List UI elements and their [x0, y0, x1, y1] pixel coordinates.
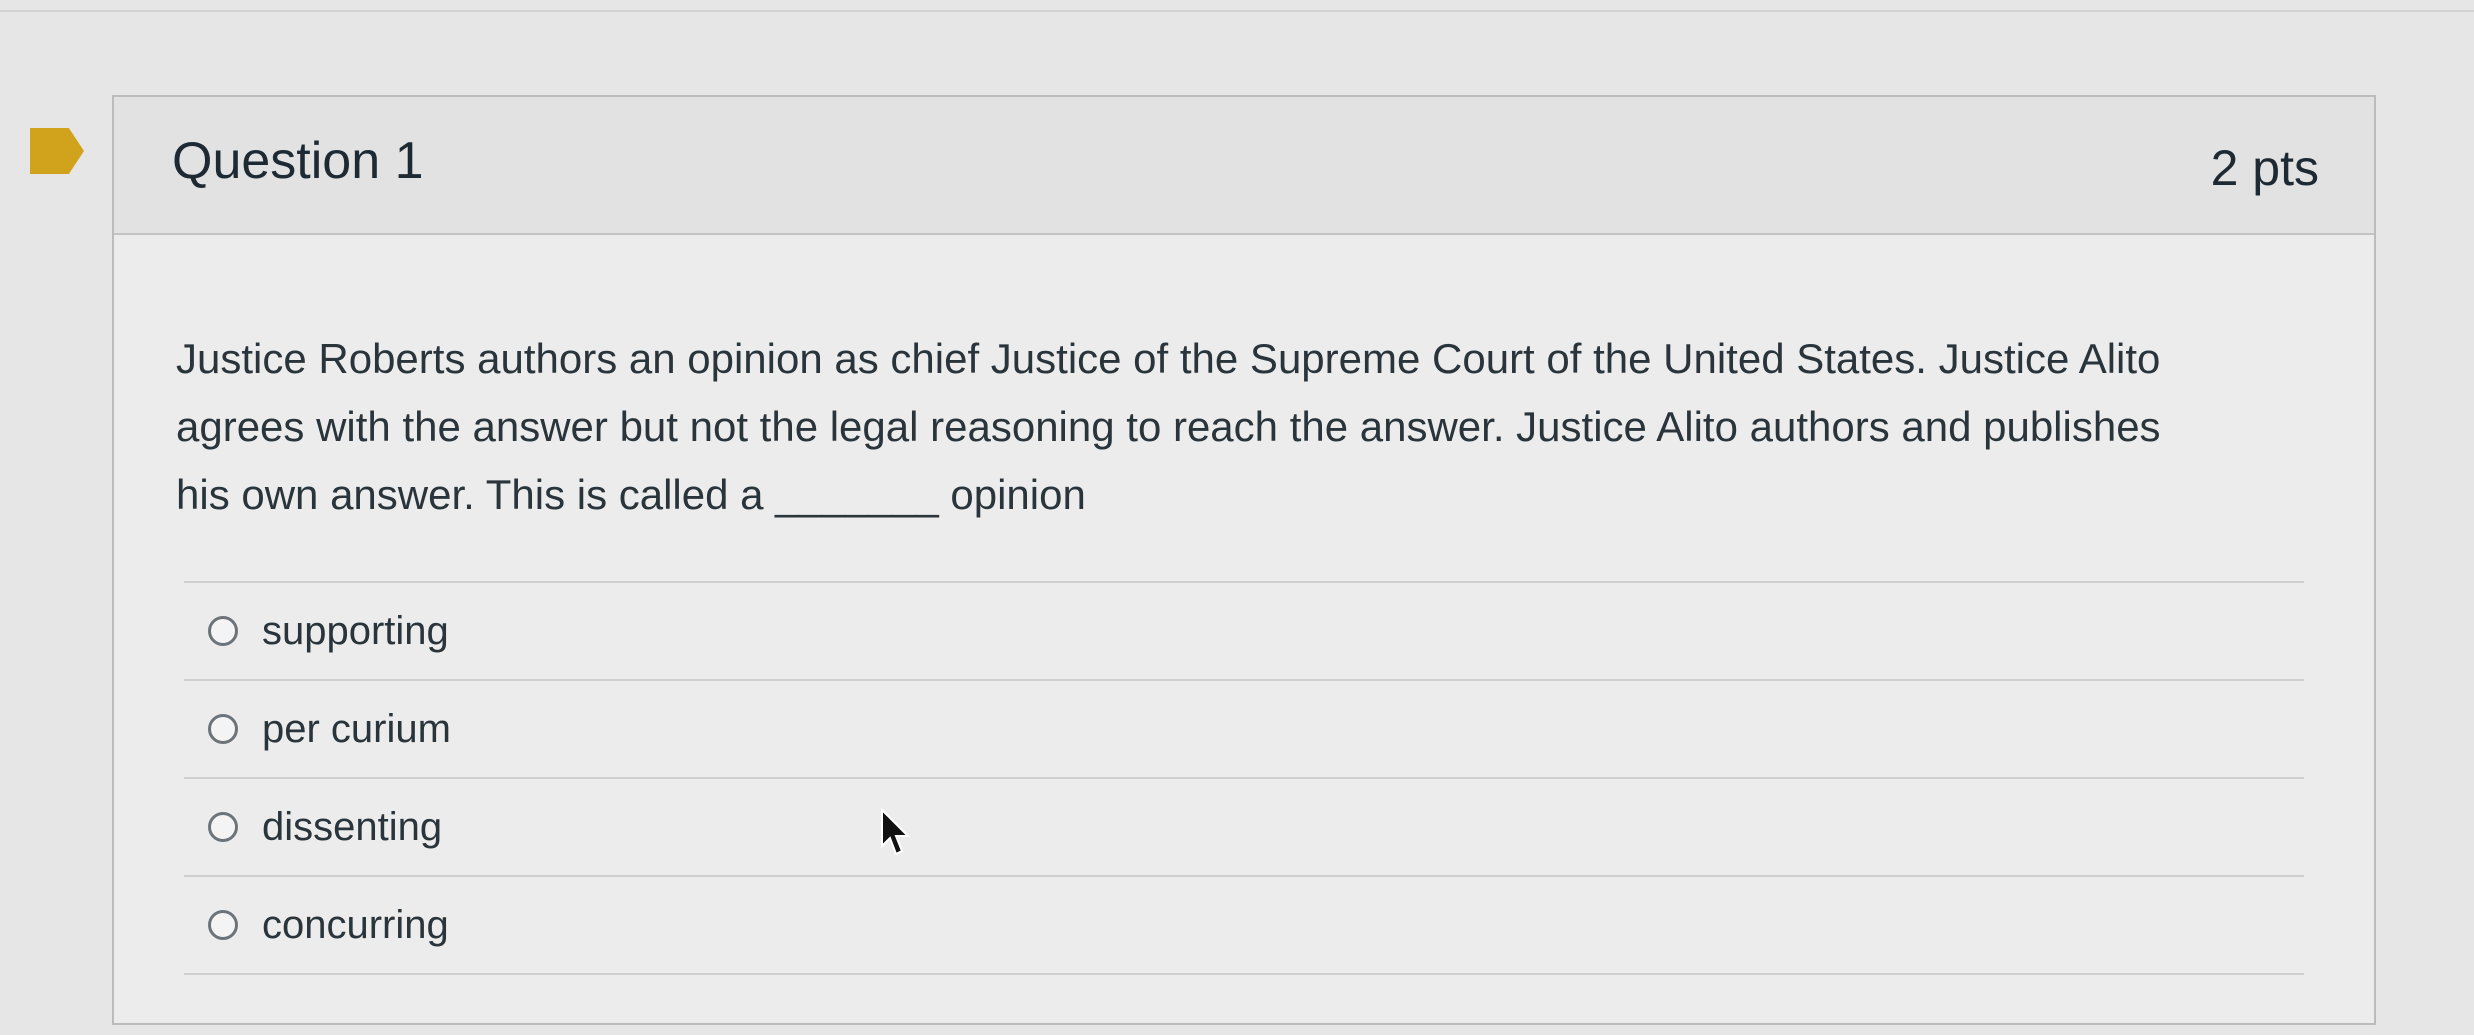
answer-option-per-curium[interactable]: per curium [184, 681, 2304, 779]
question-card: Question 1 2 pts Justice Roberts authors… [112, 95, 2376, 1025]
question-header: Question 1 2 pts [114, 97, 2374, 235]
question-text-line: his own answer. This is called a _______… [176, 471, 1086, 518]
answer-label: supporting [262, 608, 449, 653]
answer-list: supporting per curium dissenting concurr… [184, 581, 2304, 975]
answer-label: per curium [262, 706, 451, 751]
radio-unchecked-icon[interactable] [208, 714, 238, 744]
mouse-pointer-icon [881, 808, 910, 856]
radio-unchecked-icon[interactable] [208, 910, 238, 940]
radio-unchecked-icon[interactable] [208, 616, 238, 646]
radio-unchecked-icon[interactable] [208, 812, 238, 842]
question-points: 2 pts [2210, 140, 2319, 196]
answer-label: concurring [262, 902, 449, 947]
question-text-line: agrees with the answer but not the legal… [176, 403, 2161, 450]
question-text: Justice Roberts authors an opinion as ch… [176, 325, 2326, 529]
bookmark-flag-icon[interactable] [30, 128, 84, 174]
question-text-line: Justice Roberts authors an opinion as ch… [176, 335, 2161, 382]
answer-option-supporting[interactable]: supporting [184, 583, 2304, 681]
top-divider [0, 10, 2474, 12]
answer-label: dissenting [262, 804, 443, 849]
answer-option-concurring[interactable]: concurring [184, 877, 2304, 975]
question-title: Question 1 [172, 132, 424, 190]
answer-option-dissenting[interactable]: dissenting [184, 779, 2304, 877]
